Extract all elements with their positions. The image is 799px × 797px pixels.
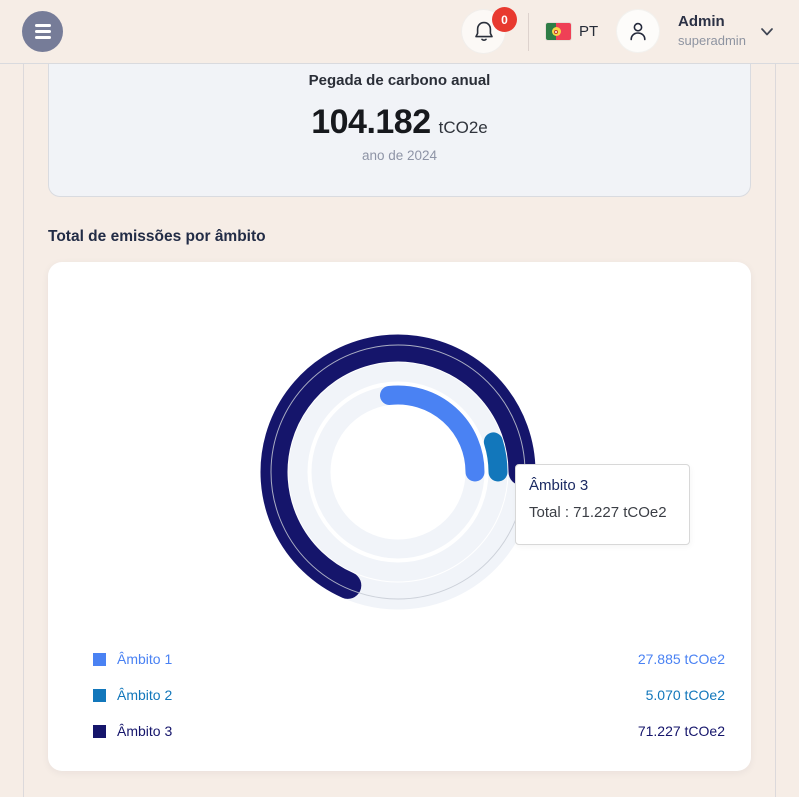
emissions-chart-card: Âmbito 3 Total : 71.227 tCOe2 Âmbito 1 2… — [48, 262, 751, 771]
tooltip-value: Total : 71.227 tCOe2 — [529, 504, 676, 521]
user-role: superadmin — [678, 33, 746, 48]
carbon-total-value: 104.182 — [311, 103, 430, 142]
legend-label: Âmbito 3 — [117, 723, 172, 739]
main-content: Pegada de carbono anual 104.182 tCO2e an… — [23, 64, 776, 797]
hamburger-menu-button[interactable] — [22, 11, 63, 52]
legend-color-swatch — [93, 725, 106, 738]
legend-item-ambito-1[interactable]: Âmbito 1 27.885 tCOe2 — [93, 641, 725, 677]
carbon-total-unit: tCO2e — [439, 118, 488, 138]
legend-label: Âmbito 2 — [117, 687, 172, 703]
tooltip-series-name: Âmbito 3 — [529, 477, 676, 494]
legend-item-ambito-3[interactable]: Âmbito 3 71.227 tCOe2 — [93, 713, 725, 749]
notifications-button[interactable]: 0 — [461, 9, 506, 54]
user-name: Admin — [678, 13, 746, 30]
language-selector[interactable]: PT — [579, 23, 598, 40]
legend-value: 27.885 tCOe2 — [638, 651, 725, 667]
legend-value: 71.227 tCOe2 — [638, 723, 725, 739]
legend-value: 5.070 tCOe2 — [646, 687, 725, 703]
bell-icon — [473, 20, 495, 44]
portugal-flag-icon[interactable] — [546, 23, 571, 40]
radial-bar-chart[interactable] — [48, 262, 751, 634]
chevron-down-icon[interactable] — [760, 27, 774, 37]
legend-label: Âmbito 1 — [117, 651, 172, 667]
user-menu[interactable]: Admin superadmin — [678, 13, 746, 48]
carbon-card-title: Pegada de carbono anual — [49, 72, 750, 90]
chart-legend: Âmbito 1 27.885 tCOe2 Âmbito 2 5.070 tCO… — [48, 641, 751, 749]
user-avatar[interactable] — [616, 9, 660, 53]
header-divider — [528, 13, 529, 51]
section-title: Total de emissões por âmbito — [48, 228, 751, 246]
legend-item-ambito-2[interactable]: Âmbito 2 5.070 tCOe2 — [93, 677, 725, 713]
chart-tooltip: Âmbito 3 Total : 71.227 tCOe2 — [515, 464, 690, 545]
top-header: 0 PT Admin superadmin — [0, 0, 799, 64]
hamburger-icon — [35, 24, 51, 26]
carbon-card-period: ano de 2024 — [49, 148, 750, 163]
legend-color-swatch — [93, 653, 106, 666]
legend-color-swatch — [93, 689, 106, 702]
notification-count-badge: 0 — [492, 7, 517, 32]
carbon-footprint-card: Pegada de carbono anual 104.182 tCO2e an… — [48, 64, 751, 197]
person-icon — [626, 19, 650, 43]
radial-chart-area: Âmbito 3 Total : 71.227 tCOe2 — [48, 262, 751, 634]
